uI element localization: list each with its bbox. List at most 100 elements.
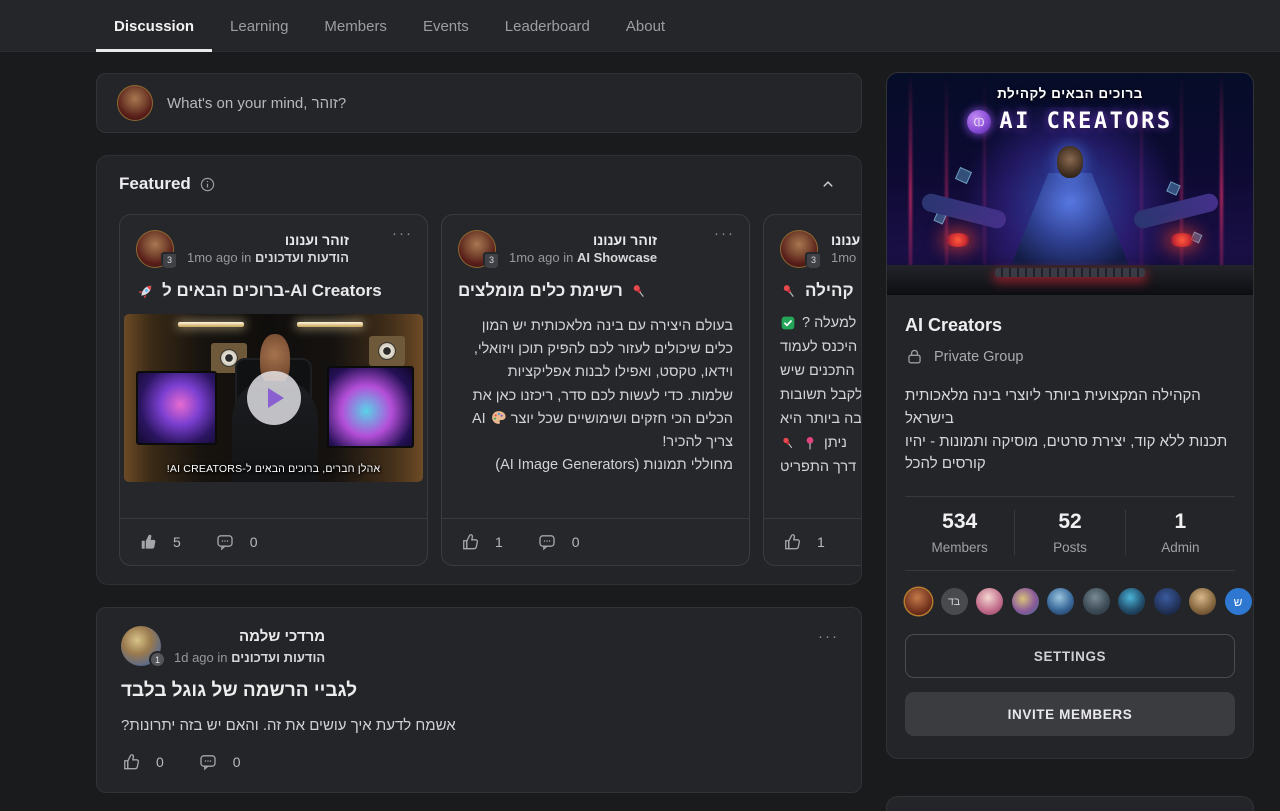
collapse-chevron-up-icon[interactable] bbox=[819, 175, 837, 193]
post-body: למעלה ? היכנס לעמוד התכנים שיש לקבל תשוב… bbox=[764, 301, 862, 483]
tab-events[interactable]: Events bbox=[405, 0, 487, 52]
group-description: הקהילה המקצועית ביותר ליוצרי בינה מלאכות… bbox=[905, 385, 1235, 476]
author-name[interactable]: זוהר וענונו bbox=[831, 230, 862, 250]
round-pin-emoji-icon bbox=[802, 435, 818, 451]
main-feed-column: What's on your mind, זוהר? Featured ··· … bbox=[96, 73, 862, 793]
author-name[interactable]: זוהר וענונו bbox=[187, 230, 349, 250]
video-caption: אהלן חברים, ברוכים הבאים ל-AI CREATORS! bbox=[124, 463, 423, 475]
post-meta[interactable]: 1mo bbox=[831, 250, 862, 265]
member-avatar[interactable] bbox=[1012, 588, 1039, 615]
like-button[interactable]: 1 bbox=[460, 532, 503, 552]
space-tab-bar: Discussion Learning Members Events Leade… bbox=[0, 0, 1280, 52]
member-avatar[interactable] bbox=[976, 588, 1003, 615]
author-name[interactable]: מרדכי שלמה bbox=[174, 626, 325, 648]
member-avatar[interactable] bbox=[1118, 588, 1145, 615]
rocket-emoji-icon bbox=[136, 282, 155, 301]
thumbs-up-icon bbox=[138, 532, 158, 552]
video-thumbnail[interactable]: אהלן חברים, ברוכים הבאים ל-AI CREATORS! bbox=[124, 314, 423, 482]
pushpin-emoji-icon bbox=[780, 282, 798, 300]
thumbs-up-icon bbox=[782, 532, 802, 552]
pushpin-emoji-icon bbox=[780, 435, 796, 451]
post-meta[interactable]: 1d ago in הודעות ועדכונים bbox=[174, 650, 325, 665]
thumbs-up-icon bbox=[121, 752, 141, 772]
like-button[interactable]: 5 bbox=[138, 532, 181, 552]
author-name[interactable]: זוהר וענונו bbox=[509, 230, 657, 250]
post-title[interactable]: רשימת כלים מומלצים bbox=[442, 268, 749, 301]
like-count: 5 bbox=[173, 534, 181, 550]
tab-members[interactable]: Members bbox=[306, 0, 405, 52]
settings-button[interactable]: SETTINGS bbox=[905, 634, 1235, 678]
member-avatar[interactable] bbox=[1047, 588, 1074, 615]
leaderboard-card: Leaderboard (30-days) bbox=[886, 796, 1254, 811]
check-box-emoji-icon bbox=[780, 315, 796, 331]
play-icon[interactable] bbox=[247, 371, 301, 425]
post-meta[interactable]: 1mo ago in הודעות ועדכונים bbox=[187, 250, 349, 265]
group-cover-image[interactable]: ברוכים הבאים לקהילת AI CREATORS bbox=[887, 73, 1253, 295]
featured-section-title: Featured bbox=[119, 174, 191, 194]
like-count: 0 bbox=[156, 754, 164, 770]
banner-group-name: AI CREATORS bbox=[999, 109, 1172, 134]
tab-about[interactable]: About bbox=[608, 0, 683, 52]
group-sidebar: ברוכים הבאים לקהילת AI CREATORS AI Creat… bbox=[886, 72, 1254, 811]
comment-count: 0 bbox=[233, 754, 241, 770]
member-avatar[interactable]: בד bbox=[941, 588, 968, 615]
comment-icon bbox=[215, 532, 235, 552]
thumbs-up-icon bbox=[460, 532, 480, 552]
level-badge: 1 bbox=[149, 651, 166, 668]
like-button[interactable]: 1 bbox=[782, 532, 825, 552]
post-title[interactable]: קהילה bbox=[764, 268, 862, 301]
post-menu-icon[interactable]: ··· bbox=[392, 225, 413, 242]
featured-card-community[interactable]: 3 זוהר וענונו 1mo קהילה bbox=[763, 214, 862, 566]
member-avatar[interactable] bbox=[905, 588, 932, 615]
current-user-avatar[interactable] bbox=[117, 85, 153, 121]
member-avatar[interactable] bbox=[1189, 588, 1216, 615]
comment-icon bbox=[537, 532, 557, 552]
composer-placeholder: What's on your mind, זוהר? bbox=[167, 95, 346, 112]
avatar[interactable]: 3 bbox=[458, 230, 496, 268]
post-body: בעולם היצירה עם בינה מלאכותית יש המון כל… bbox=[442, 301, 749, 477]
space-link: הודעות ועדכונים bbox=[231, 650, 325, 665]
post-title[interactable]: לגביי הרשמה של גוגל בלבד bbox=[121, 680, 837, 702]
comment-button[interactable]: 0 bbox=[537, 532, 580, 552]
member-avatar[interactable] bbox=[1154, 588, 1181, 615]
feed-post[interactable]: ··· 1 מרדכי שלמה 1d ago in הודעות ועדכונ… bbox=[96, 607, 862, 793]
post-meta[interactable]: 1mo ago in AI Showcase bbox=[509, 250, 657, 265]
group-name: AI Creators bbox=[905, 315, 1235, 336]
info-icon[interactable] bbox=[199, 176, 216, 193]
avatar[interactable]: 3 bbox=[136, 230, 174, 268]
group-info-card: ברוכים הבאים לקהילת AI CREATORS AI Creat… bbox=[886, 72, 1254, 759]
stat-admin[interactable]: 1 Admin bbox=[1125, 510, 1235, 555]
stat-members[interactable]: 534 Members bbox=[905, 510, 1014, 555]
member-avatar[interactable]: ש bbox=[1225, 588, 1252, 615]
group-privacy-label: Private Group bbox=[934, 349, 1023, 365]
avatar[interactable]: 1 bbox=[121, 626, 161, 666]
like-button[interactable]: 0 bbox=[121, 752, 164, 772]
space-link: AI Showcase bbox=[577, 250, 657, 265]
like-count: 1 bbox=[495, 534, 503, 550]
post-body-last-line: מחוללי תמונות (AI Image Generators) bbox=[458, 454, 733, 477]
space-link: הודעות ועדכונים bbox=[255, 250, 349, 265]
post-body: אשמח לדעת איך עושים את זה. והאם יש בזה י… bbox=[121, 717, 837, 734]
comment-button[interactable]: 0 bbox=[215, 532, 258, 552]
member-avatar[interactable] bbox=[1083, 588, 1110, 615]
tab-learning[interactable]: Learning bbox=[212, 0, 306, 52]
tab-leaderboard[interactable]: Leaderboard bbox=[487, 0, 608, 52]
post-menu-icon[interactable]: ··· bbox=[714, 225, 735, 242]
group-stats: 534 Members 52 Posts 1 Admin bbox=[905, 496, 1235, 571]
invite-members-button[interactable]: INVITE MEMBERS bbox=[905, 692, 1235, 736]
avatar[interactable]: 3 bbox=[780, 230, 818, 268]
member-avatars-row: בד ש bbox=[905, 588, 1235, 615]
banner-welcome-text: ברוכים הבאים לקהילת bbox=[887, 86, 1253, 101]
comment-icon bbox=[198, 752, 218, 772]
post-composer[interactable]: What's on your mind, זוהר? bbox=[96, 73, 862, 133]
featured-card-tools[interactable]: ··· 3 זוהר וענונו 1mo ago in AI Showcase… bbox=[441, 214, 750, 566]
tab-discussion[interactable]: Discussion bbox=[96, 0, 212, 52]
stat-posts[interactable]: 52 Posts bbox=[1014, 510, 1124, 555]
featured-card-welcome[interactable]: ··· 3 זוהר וענונו 1mo ago in הודעות ועדכ… bbox=[119, 214, 428, 566]
post-title[interactable]: ברוכים הבאים ל-AI Creators bbox=[120, 268, 427, 301]
featured-section: Featured ··· 3 זוהר וענונו 1mo ago in הו… bbox=[96, 155, 862, 585]
palette-emoji-icon bbox=[490, 409, 507, 426]
post-menu-icon[interactable]: ··· bbox=[818, 628, 839, 645]
comment-count: 0 bbox=[572, 534, 580, 550]
comment-button[interactable]: 0 bbox=[198, 752, 241, 772]
